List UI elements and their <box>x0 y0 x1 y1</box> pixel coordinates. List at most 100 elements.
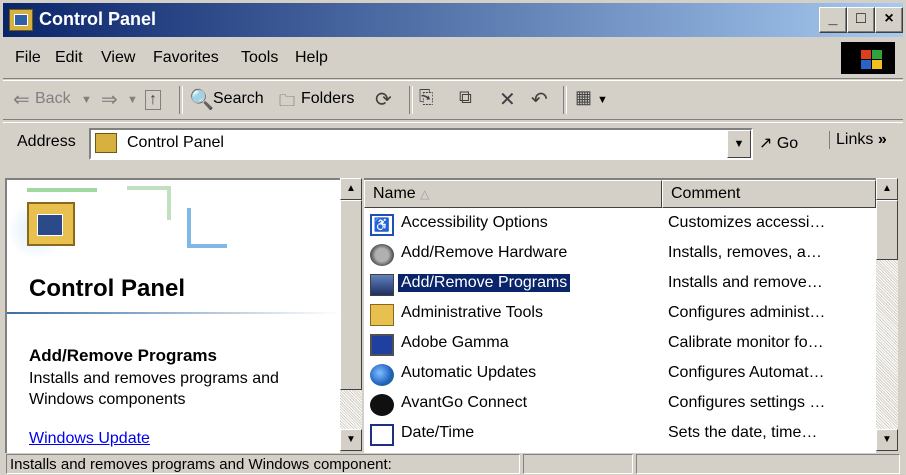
item-comment: Sets the date, time… <box>668 424 818 441</box>
item-name: Accessibility Options <box>401 214 548 231</box>
programs-icon <box>370 274 394 296</box>
item-comment: Installs and remove… <box>668 274 823 291</box>
move-to-icon[interactable]: ⎘ <box>419 87 433 108</box>
links-label: Links <box>836 131 874 148</box>
back-arrow-icon: ⇐ <box>13 89 30 111</box>
item-name: Add/Remove Hardware <box>401 244 568 261</box>
title-divider <box>7 312 340 314</box>
toolbar: ⇐ Back ▼ ⇒ ▼ ↑ 🔍 Search 🗀 Folders ⟳ ⎘ ⧉ … <box>3 80 903 120</box>
column-header-comment-label: Comment <box>671 185 741 202</box>
sort-ascending-icon: △ <box>420 187 430 201</box>
list-item[interactable]: ♿ Accessibility Options Customizes acces… <box>364 210 876 240</box>
item-name: Date/Time <box>401 424 475 441</box>
selected-item-description: Installs and removes programs and Window… <box>29 370 279 408</box>
avantgo-icon <box>370 394 394 416</box>
monitor-icon <box>370 334 394 356</box>
undo-icon[interactable]: ↶ <box>531 87 548 112</box>
control-panel-icon <box>95 133 117 153</box>
scroll-down-button[interactable]: ▼ <box>340 429 362 451</box>
maximize-button[interactable]: □ <box>847 7 875 33</box>
pane-title: Control Panel <box>29 275 186 302</box>
item-comment: Customizes accessi… <box>668 214 826 231</box>
task-pane: Control Panel Add/Remove Programs Instal… <box>5 178 340 453</box>
address-input[interactable]: Control Panel ▼ <box>89 128 753 160</box>
accessibility-icon: ♿ <box>370 214 394 236</box>
scroll-down-button[interactable]: ▼ <box>876 429 898 451</box>
minimize-button[interactable]: _ <box>819 7 847 33</box>
control-panel-icon <box>9 9 33 31</box>
copy-to-icon[interactable]: ⧉ <box>459 87 472 108</box>
selected-item-title: Add/Remove Programs <box>29 346 217 365</box>
item-name: Add/Remove Programs <box>398 274 571 292</box>
search-button[interactable]: Search <box>213 90 264 108</box>
list-item-selected[interactable]: Add/Remove Programs Installs and remove… <box>364 270 876 300</box>
go-button[interactable]: ↗ Go <box>759 133 798 153</box>
folders-icon: 🗀 <box>279 93 296 110</box>
list-item[interactable]: Add/Remove Hardware Installs, removes, a… <box>364 240 876 270</box>
links-button[interactable]: Links » <box>829 131 887 149</box>
list-scrollbar[interactable]: ▲ ▼ <box>876 178 898 451</box>
item-comment: Configures settings … <box>668 394 826 411</box>
status-panel <box>523 454 633 474</box>
scroll-thumb[interactable] <box>876 200 898 260</box>
list-item[interactable]: Date/Time Sets the date, time… <box>364 420 876 450</box>
address-dropdown-button[interactable]: ▼ <box>727 130 751 158</box>
globe-icon <box>370 364 394 386</box>
forward-arrow-icon[interactable]: ⇒ <box>101 87 118 112</box>
menu-view[interactable]: View <box>101 49 135 67</box>
windows-update-link[interactable]: Windows Update <box>29 430 150 448</box>
menu-favorites[interactable]: Favorites <box>153 49 219 67</box>
list-item[interactable]: Automatic Updates Configures Automat… <box>364 360 876 390</box>
forward-dropdown-icon[interactable]: ▼ <box>127 94 138 106</box>
left-pane-scrollbar[interactable]: ▲ ▼ <box>340 178 362 451</box>
admin-tools-icon <box>370 304 394 326</box>
column-header-name-label: Name <box>373 185 416 202</box>
search-icon: 🔍 <box>189 89 214 111</box>
menu-help[interactable]: Help <box>295 49 328 67</box>
explorer-window: Control Panel _ □ × File Edit View Favor… <box>0 0 906 475</box>
list-item[interactable]: AvantGo Connect Configures settings … <box>364 390 876 420</box>
scroll-thumb[interactable] <box>340 200 362 390</box>
history-icon[interactable]: ⟳ <box>375 87 392 112</box>
up-folder-icon[interactable]: ↑ <box>145 90 161 110</box>
item-name: AvantGo Connect <box>401 394 528 411</box>
back-button[interactable]: Back <box>35 90 71 108</box>
title-bar[interactable]: Control Panel _ □ × <box>3 3 903 37</box>
column-header-comment[interactable]: Comment <box>662 180 876 208</box>
links-chevron-icon: » <box>877 131 887 148</box>
hardware-icon <box>370 244 394 266</box>
item-name: Automatic Updates <box>401 364 537 381</box>
item-name: Administrative Tools <box>401 304 543 321</box>
column-header-name[interactable]: Name △ <box>364 180 662 208</box>
views-icon[interactable]: ▦ <box>575 87 592 108</box>
menu-tools[interactable]: Tools <box>241 49 278 67</box>
back-dropdown-icon[interactable]: ▼ <box>81 94 92 106</box>
item-comment: Configures administ… <box>668 304 826 321</box>
decorative-line <box>127 186 171 220</box>
delete-icon[interactable]: ✕ <box>499 87 516 112</box>
views-dropdown-icon[interactable]: ▼ <box>597 94 608 106</box>
list-item[interactable]: Administrative Tools Configures administ… <box>364 300 876 330</box>
address-label: Address <box>17 133 76 150</box>
decorative-line <box>187 208 227 248</box>
list-item[interactable]: Adobe Gamma Calibrate monitor fo… <box>364 330 876 360</box>
status-bar: Installs and removes programs and Window… <box>3 452 903 474</box>
menu-file[interactable]: File <box>15 49 41 67</box>
calendar-icon <box>370 424 394 446</box>
window-title: Control Panel <box>39 9 157 29</box>
close-button[interactable]: × <box>875 7 903 33</box>
toolbar-separator <box>179 86 183 114</box>
menu-bar: File Edit View Favorites Tools Help <box>3 40 903 79</box>
status-panel <box>636 454 900 474</box>
address-value[interactable]: Control Panel <box>127 134 224 152</box>
go-label: Go <box>776 135 799 152</box>
item-name: Adobe Gamma <box>401 334 509 351</box>
folders-button[interactable]: Folders <box>301 90 354 108</box>
go-arrow-icon: ↗ <box>759 135 773 152</box>
scroll-up-button[interactable]: ▲ <box>876 178 898 200</box>
address-bar: Address Control Panel ▼ ↗ Go Links » <box>3 122 903 163</box>
menu-edit[interactable]: Edit <box>55 49 83 67</box>
item-list: Name △ Comment ♿ Accessibility Options C… <box>364 178 876 453</box>
scroll-up-button[interactable]: ▲ <box>340 178 362 200</box>
item-comment: Calibrate monitor fo… <box>668 334 824 351</box>
